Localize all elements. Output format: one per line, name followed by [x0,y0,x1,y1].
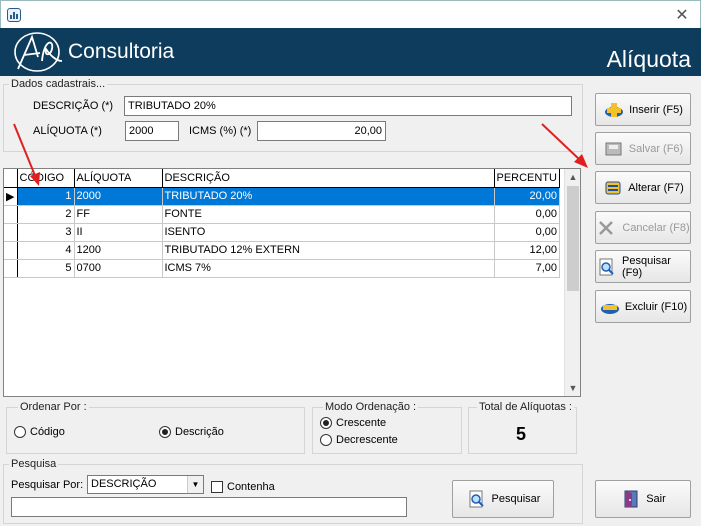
annotation-arrow-icon [13,123,40,186]
window-titlebar: ✕ [0,0,701,28]
insert-icon [603,101,625,119]
aliquota-input[interactable]: 2000 [125,121,179,141]
contenha-checkbox[interactable] [211,481,223,493]
chevron-down-icon[interactable]: ▼ [187,476,203,493]
salvar-button[interactable]: Salvar (F6) [595,132,691,165]
salvar-label: Salvar (F6) [628,142,684,155]
pesquisar-f9-button[interactable]: Pesquisar (F9) [595,250,691,283]
inserir-label: Inserir (F5) [629,103,683,116]
ordenar-label: Ordenar Por : [18,401,89,413]
pesquisar-label: Pesquisar [491,493,541,505]
scroll-thumb[interactable] [567,186,579,291]
column-header-aliquota[interactable]: ALÍQUOTA [74,169,163,188]
exit-door-icon [620,490,642,508]
cell-aliquota[interactable]: 2000 [74,187,163,206]
alterar-button[interactable]: Alterar (F7) [595,171,691,204]
grid-vertical-scrollbar[interactable]: ▲ ▼ [564,169,580,396]
excluir-button[interactable]: Excluir (F10) [595,290,691,323]
excluir-label: Excluir (F10) [624,300,688,313]
modo-crescente-radio[interactable] [320,417,332,429]
header-banner: Consultoria Alíquota [0,28,701,76]
cell-percentual[interactable]: 20,00 [494,187,561,206]
total-value: 5 [516,424,527,444]
ordenar-codigo-label[interactable]: Código [30,426,65,438]
descricao-label: DESCRIÇÃO (*) [33,100,114,112]
search-input[interactable] [11,497,407,517]
pesquisar-por-label: Pesquisar Por: [11,479,84,491]
total-label: Total de Alíquotas : [477,401,574,413]
delete-icon [599,298,621,316]
ordenar-codigo-radio[interactable] [14,426,26,438]
modo-ordenacao-label: Modo Ordenação : [323,401,419,413]
scroll-down-icon[interactable]: ▼ [565,380,580,396]
table-row[interactable]: 2 FF FONTE 0,00 [4,205,561,224]
cell-percentual[interactable]: 7,00 [494,259,561,278]
cell-percentual[interactable]: 0,00 [494,223,561,242]
company-logo-icon [14,32,63,72]
cell-percentual[interactable]: 12,00 [494,241,561,260]
icms-input[interactable]: 20,00 [257,121,386,141]
row-indicator [4,259,18,278]
modo-decrescente-label[interactable]: Decrescente [336,434,398,446]
cell-codigo[interactable]: 4 [17,241,75,260]
table-row[interactable]: 5 0700 ICMS 7% 7,00 [4,259,561,278]
cancel-icon [596,219,618,237]
cell-percentual[interactable]: 0,00 [494,205,561,224]
cell-descricao[interactable]: ISENTO [162,223,495,242]
dados-cadastrais-label: Dados cadastrais... [9,78,108,90]
inserir-button[interactable]: Inserir (F5) [595,93,691,126]
cell-descricao[interactable]: ICMS 7% [162,259,495,278]
column-header-descricao[interactable]: DESCRIÇÃO [162,169,495,188]
row-indicator [4,205,18,224]
app-chart-icon [7,8,21,22]
pesquisar-por-select[interactable]: DESCRIÇÃO ▼ [87,475,204,494]
row-indicator [4,223,18,242]
aliquotas-grid[interactable]: CÓDIGO ALÍQUOTA DESCRIÇÃO PERCENTU ▶ 1 2… [3,168,581,397]
table-row[interactable]: 3 II ISENTO 0,00 [4,223,561,242]
dados-cadastrais-group [3,84,583,152]
cell-codigo[interactable]: 3 [17,223,75,242]
sair-button[interactable]: Sair [595,480,691,518]
ordenar-descricao-label[interactable]: Descrição [175,426,224,438]
aliquotas-table: CÓDIGO ALÍQUOTA DESCRIÇÃO PERCENTU ▶ 1 2… [4,169,561,278]
search-document-icon [466,490,488,508]
modo-crescente-label[interactable]: Crescente [336,417,386,429]
search-document-icon [596,258,618,276]
icms-label: ICMS (%) (*) [189,125,252,137]
ordenar-descricao-radio[interactable] [159,426,171,438]
pesquisa-label: Pesquisa [9,458,59,470]
modo-decrescente-radio[interactable] [320,434,332,446]
cell-codigo[interactable]: 5 [17,259,75,278]
cancelar-button[interactable]: Cancelar (F8) [595,211,691,244]
cancelar-label: Cancelar (F8) [622,221,690,234]
close-icon[interactable]: ✕ [672,5,692,25]
brand-name: Consultoria [68,40,175,63]
edit-icon [602,179,624,197]
pesquisar-por-value: DESCRIÇÃO [91,478,157,490]
modo-ordenacao-group [312,407,462,454]
descricao-input[interactable]: TRIBUTADO 20% [124,96,572,116]
cell-descricao[interactable]: FONTE [162,205,495,224]
alterar-label: Alterar (F7) [628,181,684,194]
cell-codigo[interactable]: 2 [17,205,75,224]
page-title: Alíquota [606,46,691,72]
contenha-label[interactable]: Contenha [227,481,275,493]
save-icon [603,140,625,158]
cell-descricao[interactable]: TRIBUTADO 12% EXTERN [162,241,495,260]
annotation-arrow-icon [541,123,588,168]
cell-aliquota[interactable]: II [74,223,163,242]
pesquisar-f9-label: Pesquisar (F9) [622,254,671,279]
pesquisar-button[interactable]: Pesquisar [452,480,554,518]
table-row[interactable]: 4 1200 TRIBUTADO 12% EXTERN 12,00 [4,241,561,260]
cell-aliquota[interactable]: 0700 [74,259,163,278]
cell-aliquota[interactable]: FF [74,205,163,224]
cell-aliquota[interactable]: 1200 [74,241,163,260]
cell-descricao[interactable]: TRIBUTADO 20% [162,187,495,206]
table-row[interactable]: ▶ 1 2000 TRIBUTADO 20% 20,00 [4,187,561,206]
row-indicator [4,241,18,260]
sair-label: Sair [646,493,666,505]
